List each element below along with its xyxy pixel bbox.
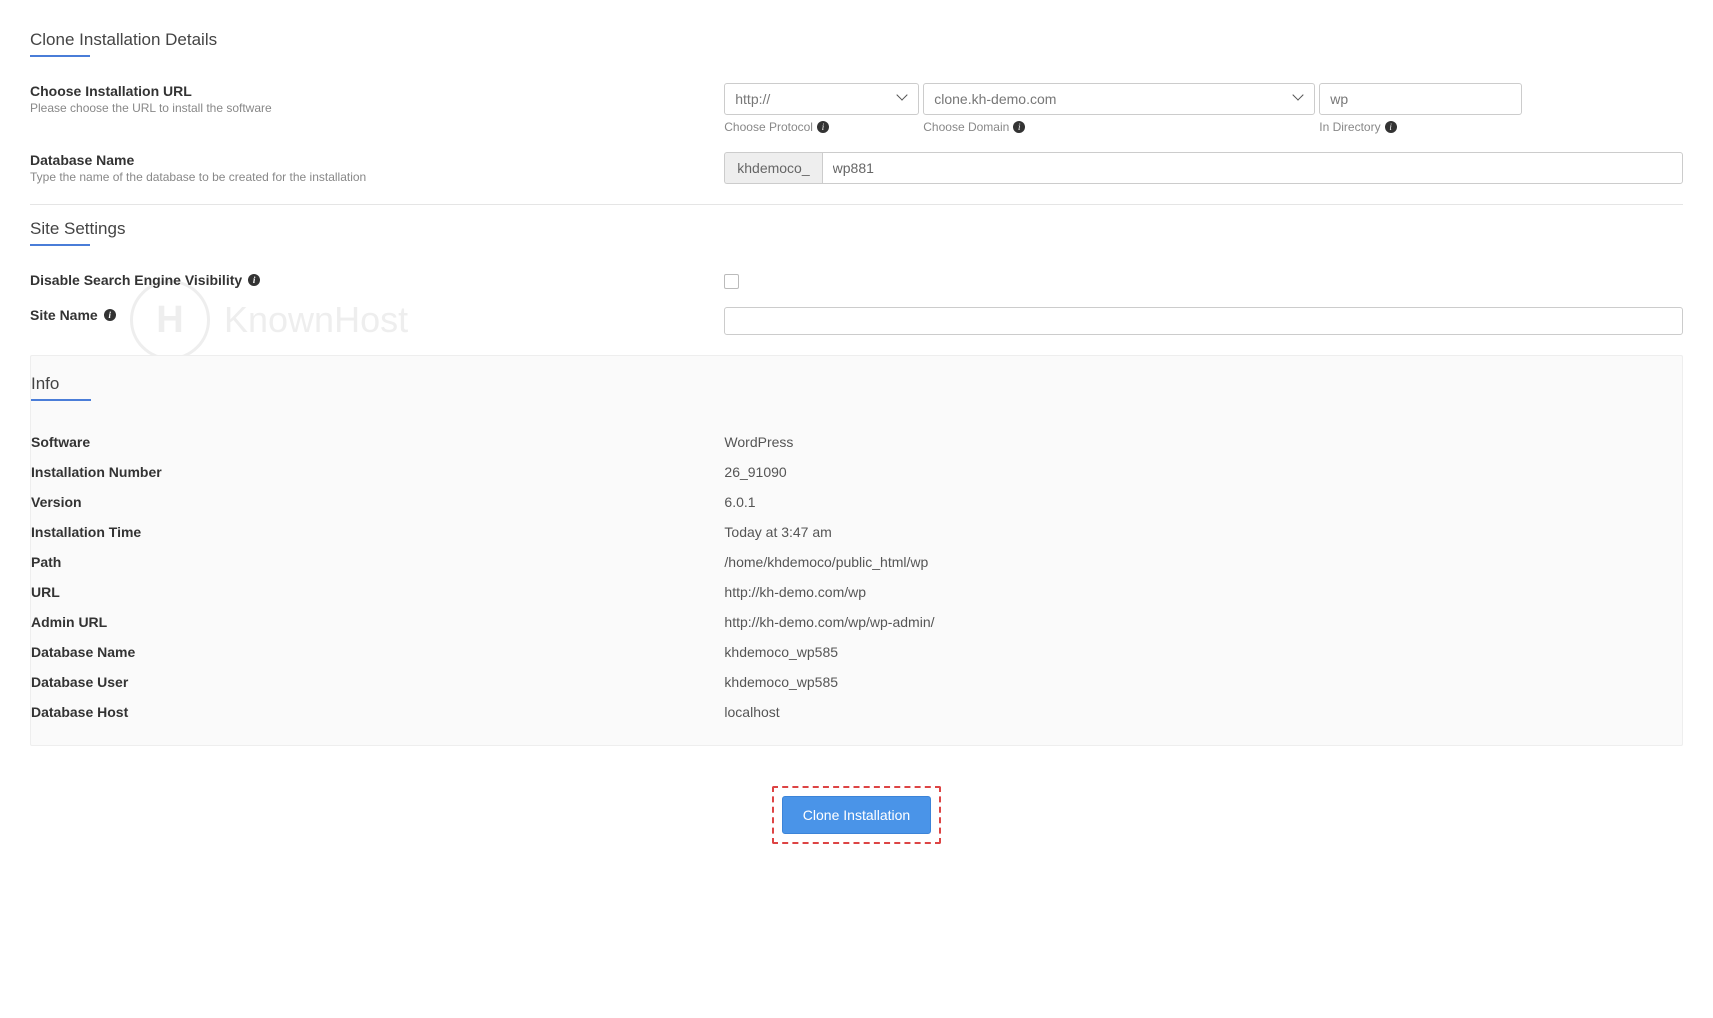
info-dbname-label: Database Name: [31, 644, 724, 660]
info-dbuser-row: Database User khdemoco_wp585: [31, 667, 1682, 697]
database-name-row: Database Name Type the name of the datab…: [30, 152, 1683, 184]
info-section: Info Software WordPress Installation Num…: [30, 355, 1683, 746]
database-name-hint: Type the name of the database to be crea…: [30, 170, 714, 184]
info-icon[interactable]: [1013, 121, 1025, 133]
clone-details-heading: Clone Installation Details: [30, 30, 1683, 65]
domain-select-value: clone.kh-demo.com: [934, 91, 1056, 107]
info-dbhost-row: Database Host localhost: [31, 697, 1682, 727]
directory-sublabel: In Directory: [1319, 120, 1380, 134]
info-insttime-label: Installation Time: [31, 524, 724, 540]
site-settings-heading: Site Settings: [30, 219, 1683, 254]
info-adminurl-value: http://kh-demo.com/wp/wp-admin/: [724, 614, 1682, 630]
info-software-row: Software WordPress: [31, 427, 1682, 457]
info-dbuser-value: khdemoco_wp585: [724, 674, 1682, 690]
info-version-value: 6.0.1: [724, 494, 1682, 510]
info-path-label: Path: [31, 554, 724, 570]
info-icon[interactable]: [104, 309, 116, 321]
installation-url-row: Choose Installation URL Please choose th…: [30, 83, 1683, 134]
info-insttime-row: Installation Time Today at 3:47 am: [31, 517, 1682, 547]
chevron-down-icon: [1294, 94, 1304, 104]
info-dbname-value: khdemoco_wp585: [724, 644, 1682, 660]
installation-url-hint: Please choose the URL to install the sof…: [30, 101, 714, 115]
domain-sublabel: Choose Domain: [923, 120, 1009, 134]
site-name-row: Site Name: [30, 307, 1683, 335]
sev-checkbox[interactable]: [724, 274, 739, 289]
info-path-row: Path /home/khdemoco/public_html/wp: [31, 547, 1682, 577]
button-wrap: Clone Installation: [30, 786, 1683, 844]
sev-label: Disable Search Engine Visibility: [30, 272, 242, 288]
info-instnum-value: 26_91090: [724, 464, 1682, 480]
info-icon[interactable]: [248, 274, 260, 286]
database-name-label: Database Name: [30, 152, 714, 168]
highlight-box: Clone Installation: [772, 786, 941, 844]
protocol-select-value: http://: [735, 91, 770, 107]
info-url-label: URL: [31, 584, 724, 600]
info-adminurl-row: Admin URL http://kh-demo.com/wp/wp-admin…: [31, 607, 1682, 637]
protocol-select[interactable]: http://: [724, 83, 919, 115]
info-dbhost-value: localhost: [724, 704, 1682, 720]
domain-select[interactable]: clone.kh-demo.com: [923, 83, 1315, 115]
info-version-row: Version 6.0.1: [31, 487, 1682, 517]
info-dbuser-label: Database User: [31, 674, 724, 690]
info-url-row: URL http://kh-demo.com/wp: [31, 577, 1682, 607]
clone-installation-button[interactable]: Clone Installation: [782, 796, 931, 834]
info-icon[interactable]: [817, 121, 829, 133]
info-icon[interactable]: [1385, 121, 1397, 133]
installation-url-label: Choose Installation URL: [30, 83, 714, 99]
info-insttime-value: Today at 3:47 am: [724, 524, 1682, 540]
info-version-label: Version: [31, 494, 724, 510]
database-name-input[interactable]: [822, 152, 1683, 184]
clone-details-section: Clone Installation Details Choose Instal…: [30, 30, 1683, 184]
info-heading: Info: [31, 374, 1682, 409]
info-adminurl-label: Admin URL: [31, 614, 724, 630]
directory-input[interactable]: [1319, 83, 1522, 115]
info-instnum-label: Installation Number: [31, 464, 724, 480]
info-software-label: Software: [31, 434, 724, 450]
info-instnum-row: Installation Number 26_91090: [31, 457, 1682, 487]
protocol-sublabel: Choose Protocol: [724, 120, 813, 134]
site-settings-section: Site Settings Disable Search Engine Visi…: [30, 219, 1683, 335]
site-name-label: Site Name: [30, 307, 98, 323]
info-dbhost-label: Database Host: [31, 704, 724, 720]
info-dbname-row: Database Name khdemoco_wp585: [31, 637, 1682, 667]
database-prefix: khdemoco_: [724, 152, 821, 184]
site-name-input[interactable]: [724, 307, 1683, 335]
info-path-value: /home/khdemoco/public_html/wp: [724, 554, 1682, 570]
divider: [30, 204, 1683, 205]
chevron-down-icon: [898, 94, 908, 104]
info-url-value: http://kh-demo.com/wp: [724, 584, 1682, 600]
info-software-value: WordPress: [724, 434, 1682, 450]
sev-row: Disable Search Engine Visibility: [30, 272, 1683, 289]
